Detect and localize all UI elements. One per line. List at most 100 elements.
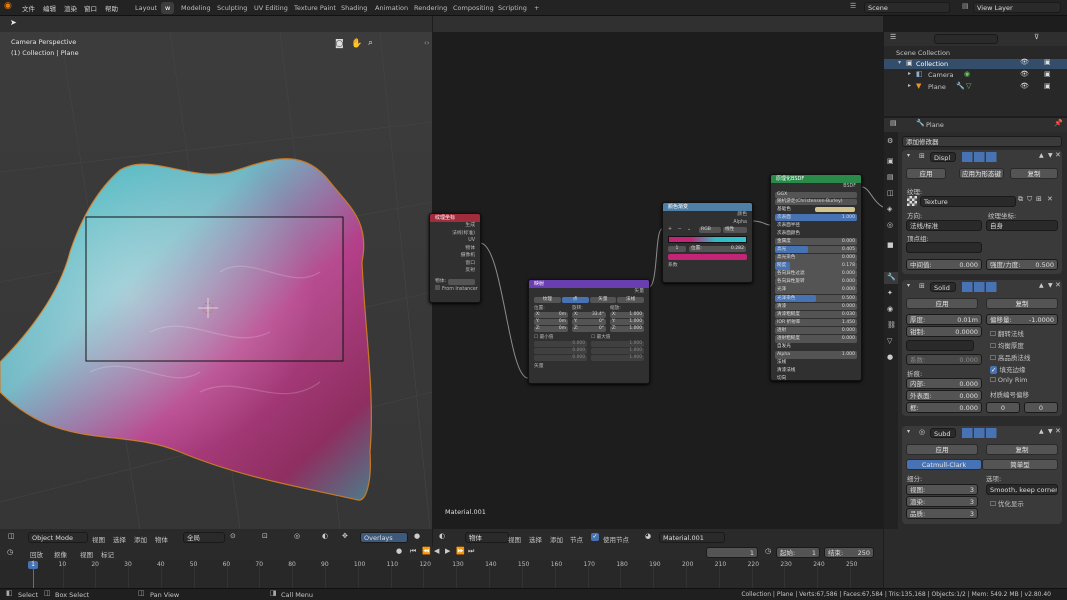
bsdf-input-row[interactable]: IOR 折射率 1.450 xyxy=(775,318,857,327)
bsdf-input-row[interactable]: 透射粗糙度 0.000 xyxy=(775,335,857,343)
tab-uv-editing[interactable]: UV Editing xyxy=(250,2,292,14)
mapping-min-field[interactable]: 0.000 xyxy=(534,347,587,354)
texcoord-out-reflection[interactable]: 反射 xyxy=(430,267,480,275)
disp-close-icon[interactable]: ✕ xyxy=(1055,152,1061,159)
node-menu-add[interactable]: 添加 xyxy=(550,534,563,544)
subd-apply-button[interactable]: 应用 xyxy=(906,444,978,455)
mesh-data-icon[interactable]: ▽ xyxy=(966,83,971,90)
subd-name-field[interactable]: Subd xyxy=(930,428,956,438)
bsdf-input-row[interactable]: 次表面半径 xyxy=(775,222,857,230)
current-frame-field[interactable]: 1 xyxy=(706,547,758,558)
solid-even-thickness[interactable]: ☐ 均衡厚度 xyxy=(990,340,1024,350)
pan-hand-icon[interactable]: ✋ xyxy=(351,40,362,49)
ramp-stop-position[interactable]: 位置: 0.282 xyxy=(689,245,746,252)
solid-inner-field[interactable]: 内部: 0.000 xyxy=(906,378,982,389)
mapping-min-label[interactable]: ☐ 最小值 xyxy=(534,334,587,340)
subd-simple-button[interactable]: 简单型 xyxy=(982,459,1058,470)
mapping-type-texture[interactable]: 纹理 xyxy=(534,296,561,303)
solid-clamp-field[interactable]: 钳制: 0.0000 xyxy=(906,326,982,337)
mapping-max-label[interactable]: ☐ 最大值 xyxy=(591,334,644,340)
tab-particles-icon[interactable]: ✦ xyxy=(887,290,893,297)
outliner-search[interactable] xyxy=(934,34,998,44)
mapping-location-field[interactable]: Z: 0m xyxy=(534,325,568,332)
menu-view[interactable]: 视图 xyxy=(92,534,105,544)
node-texture-coordinate[interactable]: 纹理坐标 生成 法线(标准) UV 物体 摄像机 窗口 反射 物体: From … xyxy=(429,213,481,303)
disp-vgroup-field[interactable] xyxy=(906,242,982,253)
subd-catmull-clark-button[interactable]: Catmull-Clark xyxy=(906,459,982,470)
bsdf-input-row[interactable]: 各向异性过滤 0.000 xyxy=(775,270,857,278)
ramp-menu-icon[interactable]: ⌄ xyxy=(687,227,691,232)
disp-move-up-icon[interactable]: ▲ xyxy=(1039,153,1044,159)
gizmo-icon[interactable]: ✥ xyxy=(342,533,348,540)
bsdf-input-row[interactable]: 金属度 0.000 xyxy=(775,237,857,246)
bsdf-input-row[interactable]: 清漆法线 xyxy=(775,367,857,375)
tab-render-icon[interactable]: ▣ xyxy=(887,158,894,165)
ramp-gradient-bar[interactable] xyxy=(668,235,747,243)
plane-visibility-icon[interactable]: 👁 xyxy=(1020,83,1029,90)
texture-preview-icon[interactable] xyxy=(907,196,917,206)
ramp-stop-color[interactable] xyxy=(668,254,747,260)
material-browse-icon[interactable]: ◕ xyxy=(645,533,651,540)
outliner-type-icon[interactable]: ☰ xyxy=(890,34,896,41)
texture-fake-user-icon[interactable]: ⛉ xyxy=(1027,196,1032,203)
view-layer-field[interactable]: View Layer xyxy=(973,2,1061,13)
solid-move-up-icon[interactable]: ▲ xyxy=(1039,283,1044,289)
texture-new-icon[interactable]: ⊞ xyxy=(1036,196,1042,203)
tab-scene-icon[interactable]: ◈ xyxy=(887,206,892,213)
select-tool-icon[interactable]: ➤ xyxy=(10,19,17,27)
3d-viewport[interactable]: Camera Perspective (1) Collection | Plan… xyxy=(0,32,432,529)
tab-tool-icon[interactable]: ⚙ xyxy=(887,138,893,145)
texture-unlink-icon[interactable]: ✕ xyxy=(1047,196,1053,203)
tab-rendering[interactable]: Rendering xyxy=(410,2,451,14)
disp-texture-field[interactable]: Texture xyxy=(920,196,1016,207)
bsdf-input-row[interactable]: 高光 0.405 xyxy=(775,245,857,254)
mapping-rotation-field[interactable]: X: 33.4° xyxy=(572,311,606,318)
texture-copy-icon[interactable]: ⧉ xyxy=(1018,196,1023,203)
mapping-max-field[interactable]: 1.000 xyxy=(591,347,644,354)
ramp-out-alpha[interactable]: Alpha xyxy=(663,219,752,227)
mapping-out-vector[interactable]: 矢量 xyxy=(529,288,649,296)
tab-constraints-icon[interactable]: ⛓ xyxy=(887,322,896,329)
solid-factor-field[interactable]: 系数: 0.000 xyxy=(906,354,982,365)
texcoord-out-object[interactable]: 物体 xyxy=(430,245,480,253)
collection-expand-icon[interactable]: ▾ xyxy=(898,60,901,66)
filter-icon[interactable]: ⊽ xyxy=(1034,34,1039,41)
menu-select[interactable]: 选择 xyxy=(113,534,126,544)
disp-toggle-icons[interactable] xyxy=(962,152,1032,162)
solid-apply-button[interactable]: 应用 xyxy=(906,298,978,309)
collection-visibility-icon[interactable]: 👁 xyxy=(1020,59,1029,66)
subd-collapse-icon[interactable]: ▾ xyxy=(907,429,910,435)
tab-layout[interactable]: Layout xyxy=(131,2,161,14)
node-editor[interactable]: 纹理坐标 生成 法线(标准) UV 物体 摄像机 窗口 反射 物体: From … xyxy=(429,32,883,529)
proportional-icon[interactable]: ◎ xyxy=(294,533,300,540)
disp-apply-shape-button[interactable]: 应用为形态键 xyxy=(959,168,1004,179)
mapping-scale-field[interactable]: Y: 1.000 xyxy=(610,318,644,325)
solid-move-down-icon[interactable]: ▼ xyxy=(1048,283,1053,289)
bsdf-input-row[interactable]: 光泽 0.000 xyxy=(775,286,857,294)
tab-scripting[interactable]: Scripting xyxy=(494,2,531,14)
outliner-camera-label[interactable]: Camera xyxy=(928,71,954,79)
solid-toggle-icons[interactable] xyxy=(962,282,1032,292)
play-icon[interactable]: ▶ xyxy=(445,548,450,555)
disp-copy-button[interactable]: 复制 xyxy=(1010,168,1058,179)
menu-render[interactable]: 渲染 xyxy=(64,3,77,13)
ramp-interp-select[interactable]: 线性 xyxy=(723,227,747,233)
pin-icon[interactable]: 📌 xyxy=(1054,120,1063,127)
ramp-stop-index[interactable]: 1 xyxy=(668,245,686,252)
menu-window[interactable]: 窗口 xyxy=(84,3,97,13)
solid-close-icon[interactable]: ✕ xyxy=(1055,282,1061,289)
solid-collapse-icon[interactable]: ▾ xyxy=(907,283,910,289)
play-reverse-icon[interactable]: ◀ xyxy=(434,548,439,555)
next-keyframe-icon[interactable]: ⏩ xyxy=(456,548,465,555)
bsdf-input-row[interactable]: 光泽染色 0.500 xyxy=(775,294,857,303)
bsdf-input-row[interactable]: 次表面 1.000 xyxy=(775,213,857,222)
tab-world-icon[interactable]: ◎ xyxy=(887,222,893,229)
jump-start-icon[interactable]: ⏮ xyxy=(410,548,416,555)
mapping-type-point[interactable]: 点 xyxy=(561,296,589,303)
disp-strength-field[interactable]: 强度/力度: 0.500 xyxy=(986,259,1058,270)
tab-modeling[interactable]: Modeling xyxy=(177,2,215,14)
subd-quality-field[interactable]: 品质: 3 xyxy=(906,508,978,519)
solid-copy-button[interactable]: 复制 xyxy=(986,298,1058,309)
properties-type-icon[interactable]: ▤ xyxy=(890,120,897,127)
node-menu-view[interactable]: 视图 xyxy=(508,534,521,544)
